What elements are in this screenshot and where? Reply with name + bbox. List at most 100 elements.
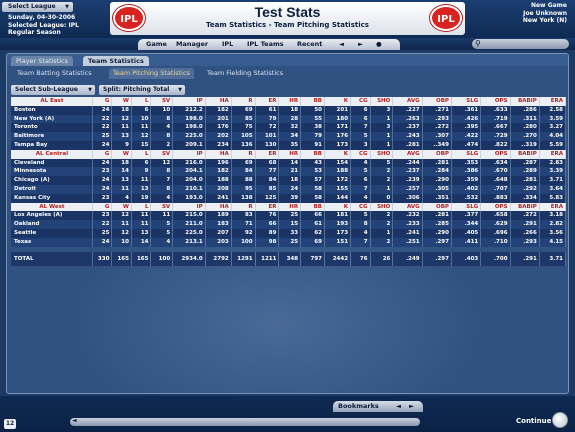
stat-cell: 11 [131,220,152,229]
stat-cell: .411 [451,237,482,247]
column-header: IP [172,149,206,159]
column-header: AVG [392,202,423,212]
stat-cell: 12 [111,228,132,238]
stat-cell: 12 [131,132,152,141]
stat-cell: 85 [231,114,256,124]
stat-cell: 4 [350,228,371,238]
selected-league: Selected League: IPL [8,21,79,29]
select-league-dropdown[interactable]: Select League ▼ [2,2,73,12]
table-row[interactable]: Oakland 22 11 11 5 211.0 183 71 66 15 61 193 8 2.233.… [11,220,567,229]
column-header: BABIP [510,202,540,212]
left-arrow-icon[interactable]: ◄ [72,417,77,424]
stat-cell: 213.1 [172,237,206,247]
column-header: CG [350,202,371,212]
stat-cell: 22 [92,114,113,124]
league-info: Sunday, 04-30-2006 Selected League: IPL … [8,14,79,37]
stat-cell: 6 [350,114,371,124]
back-arrow-icon[interactable]: ◄ [339,39,344,50]
notification-badge[interactable]: 12 [4,419,16,429]
stat-cell: 18 [111,158,132,168]
menu-manager[interactable]: Manager [176,39,208,50]
stat-cell: 25 [92,228,113,238]
stat-cell: 8 [150,167,174,177]
menu-ipl-teams[interactable]: IPL Teams [247,39,284,50]
column-header: BB [300,202,325,212]
stat-cell: .386 [451,167,482,177]
table-row[interactable]: Baltimore 25 13 12 8 225.0 202 105 101 34 79 176 5 1.… [11,132,567,141]
split-dropdown[interactable]: Split: Pitching Total ▼ [99,85,185,95]
column-header: L [131,202,152,212]
bookmarks-button[interactable]: Bookmarks ◄ ► [333,401,423,412]
stat-cell: .822 [480,140,511,150]
stat-cell: 207 [205,228,232,238]
table-row[interactable]: Tampa Bay 24 9 15 2 209.1 234 136 130 35 91 173 3 1.2… [11,140,567,150]
total-row: TOTAL 330 165 165 100 2934.0 2792 1291 1211 348 79… [11,251,567,266]
table-row[interactable]: Toronto 22 11 11 4 198.0 176 75 72 32 38 171 7 3.237.… [11,123,567,133]
stat-cell: 196 [205,158,232,168]
stat-cell: 88 [231,176,256,185]
stat-cell: 13 [131,184,152,194]
main-menu: Game Manager IPL IPL Teams Recent ◄ ► ● [138,39,400,50]
stat-cell: 85 [255,184,280,194]
column-header: ERA [539,149,567,159]
stat-cell: 76 [255,211,280,221]
stat-cell: 125 [255,193,280,203]
stat-cell: 215.0 [172,211,206,221]
stat-cell: 66 [255,220,280,229]
baseball-icon[interactable] [552,412,568,428]
column-header: BB [300,97,325,106]
stat-cell: 182 [205,167,232,177]
stat-cell: 1 [370,132,394,141]
stat-cell: 69 [231,158,256,168]
menu-game[interactable]: Game [146,39,167,50]
stat-cell: .474 [451,140,482,150]
menu-recent[interactable]: Recent [297,39,322,50]
stat-cell: 98 [255,237,280,247]
table-row[interactable]: Detroit 24 11 13 8 210.1 208 95 85 24 58 155 7 1.257.… [11,184,567,194]
stat-cell: 11 [111,123,132,133]
table-row[interactable]: Minnesota 23 14 9 8 204.1 182 84 77 21 53 188 5 2.237… [11,167,567,177]
forward-arrow-icon[interactable]: ► [358,39,363,50]
search-field[interactable]: ⚲ [472,39,569,49]
continue-label[interactable]: Continue [516,415,551,427]
horizontal-scrollbar[interactable]: ◄ [70,417,420,426]
back-arrow-icon[interactable]: ◄ [396,401,401,412]
stat-cell: .237 [392,123,423,133]
column-header: W [111,202,132,212]
page-title: Test Stats [254,4,321,20]
table-row[interactable]: Boston 24 18 6 10 212.2 182 69 61 18 50 201 6 3.227.2… [11,105,567,115]
baseball-icon[interactable]: ● [376,39,382,50]
table-row[interactable]: Cleveland 24 18 6 12 216.0 196 69 68 14 43 154 4 5.24… [11,158,567,168]
stat-cell: 1 [370,114,394,124]
column-header: HA [205,97,232,106]
table-row[interactable]: Kansas City 23 4 19 4 193.0 241 138 125 39 58 144 4 0… [11,193,567,203]
stat-cell: .227 [392,105,423,115]
menu-ipl[interactable]: IPL [222,39,233,50]
stat-cell: .305 [422,184,452,194]
stat-cell: 155 [324,184,352,194]
table-row[interactable]: Seattle 25 12 13 5 225.0 207 92 89 33 62 173 4 1.241.… [11,228,567,238]
stat-cell: 18 [278,176,302,185]
tab-player-statistics[interactable]: Player Statistics [11,56,74,66]
stat-cell: .232 [392,211,423,221]
stat-cell: 6 [350,176,371,185]
table-row[interactable]: Texas 24 10 14 4 213.1 203 100 98 25 69 151 7 2.251.2… [11,237,567,247]
table-row[interactable]: New York (A) 22 12 10 8 198.0 201 85 79 28 55 180 6 1… [11,114,567,124]
stat-cell: 202 [205,132,232,141]
stat-cell: 180 [324,114,352,124]
subleague-dropdown[interactable]: Select Sub-League ▼ [11,85,95,95]
table-row[interactable]: Chicago (A) 24 13 11 7 204.0 188 88 84 18 57 172 6 2.… [11,176,567,185]
forward-arrow-icon[interactable]: ► [409,401,414,412]
tab-team-pitching[interactable]: Team Pitching Statistics [109,68,194,79]
season-label: Regular Season [8,29,61,36]
column-header: W [111,97,132,106]
tab-team-fielding[interactable]: Team Fielding Statistics [203,68,287,79]
stat-cell: 84 [255,176,280,185]
stat-cell: 24 [278,184,302,194]
column-header: ER [255,149,280,159]
table-row[interactable]: Los Angeles (A) 23 12 11 11 215.0 189 83 76 25 66 1… [11,211,567,221]
tab-team-statistics[interactable]: Team Statistics [83,56,149,66]
tab-team-batting[interactable]: Team Batting Statistics [13,68,96,79]
stat-cell: 55 [300,114,325,124]
stat-cell: 8 [150,114,174,124]
